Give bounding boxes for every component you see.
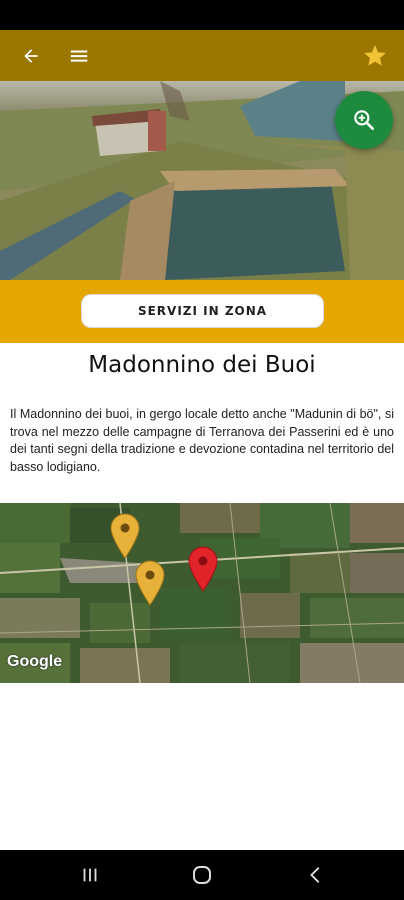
- star-icon: [364, 44, 386, 66]
- place-title: Madonnino dei Buoi: [88, 352, 316, 378]
- back-chevron-icon: [310, 867, 320, 883]
- google-attribution: Google: [7, 653, 63, 670]
- poi-marker-2[interactable]: [135, 560, 165, 606]
- zoom-in-button[interactable]: [335, 91, 393, 149]
- recents-button[interactable]: [60, 850, 120, 900]
- arrow-left-icon: [24, 48, 38, 63]
- favorite-button[interactable]: [355, 30, 395, 81]
- back-button[interactable]: [11, 30, 51, 81]
- map-view[interactable]: Google: [0, 503, 404, 683]
- place-description: Il Madonnino dei buoi, in gergo locale d…: [10, 407, 394, 474]
- zoom-in-icon: [354, 110, 374, 130]
- app-bar: [0, 30, 404, 81]
- selected-location-marker[interactable]: [188, 546, 218, 592]
- system-back-button[interactable]: [286, 850, 346, 900]
- hamburger-menu-icon: [70, 50, 88, 62]
- home-button[interactable]: [172, 850, 232, 900]
- recents-icon: [83, 868, 97, 882]
- nearby-services-button[interactable]: SERVIZI IN ZONA: [81, 294, 324, 328]
- status-bar: [0, 0, 404, 30]
- home-icon: [193, 866, 211, 884]
- system-navigation-bar: [0, 850, 404, 900]
- services-band: SERVIZI IN ZONA: [0, 280, 404, 343]
- poi-marker-1[interactable]: [110, 513, 140, 559]
- menu-button[interactable]: [59, 30, 99, 81]
